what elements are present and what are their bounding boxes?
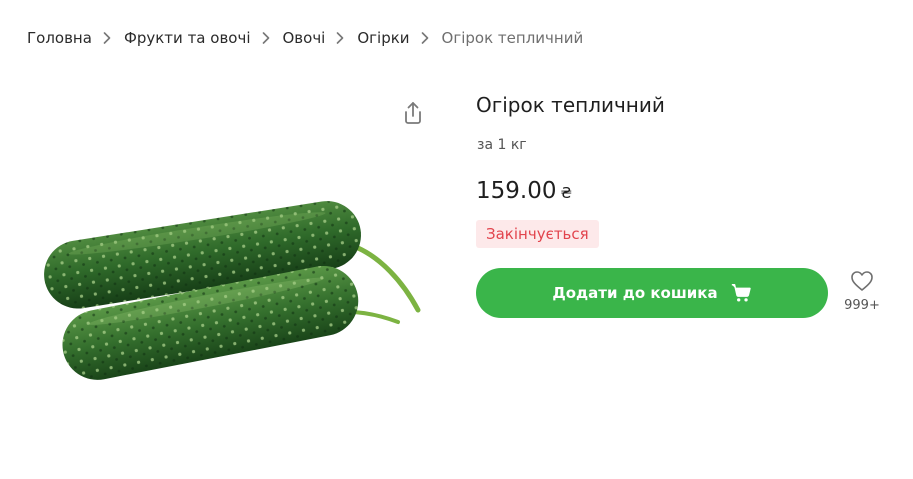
share-icon [405, 102, 421, 124]
product-unit: за 1 кг [477, 137, 527, 153]
product-page: Головна Фрукти та овочі Овочі Огірки Огі… [0, 0, 913, 479]
heart-icon [851, 271, 873, 291]
product-title: Огірок тепличний [476, 93, 665, 117]
price-currency: ₴ [560, 184, 573, 202]
breadcrumb-current: Огірок тепличний [441, 29, 584, 47]
add-to-cart-label: Додати до кошика [552, 284, 718, 302]
breadcrumb-vegetables[interactable]: Овочі [283, 28, 326, 48]
chevron-right-icon [419, 28, 431, 48]
add-to-cart-button[interactable]: Додати до кошика [476, 268, 828, 318]
breadcrumb-home[interactable]: Головна [27, 28, 92, 48]
breadcrumb: Головна Фрукти та овочі Овочі Огірки Огі… [27, 28, 583, 48]
chevron-right-icon [260, 28, 272, 48]
breadcrumb-fruits-vegetables[interactable]: Фрукти та овочі [124, 28, 251, 48]
price-value: 159.00 [476, 178, 557, 204]
stock-badge: Закінчується [476, 220, 599, 248]
share-button[interactable] [400, 100, 426, 126]
product-price: 159.00 ₴ [476, 176, 572, 208]
breadcrumb-cucumbers[interactable]: Огірки [357, 28, 409, 48]
cart-icon [731, 284, 751, 302]
favorite-button[interactable]: 999+ [840, 270, 884, 314]
product-image[interactable] [30, 90, 430, 410]
chevron-right-icon [101, 28, 113, 48]
chevron-right-icon [334, 28, 346, 48]
favorites-count: 999+ [844, 298, 880, 313]
